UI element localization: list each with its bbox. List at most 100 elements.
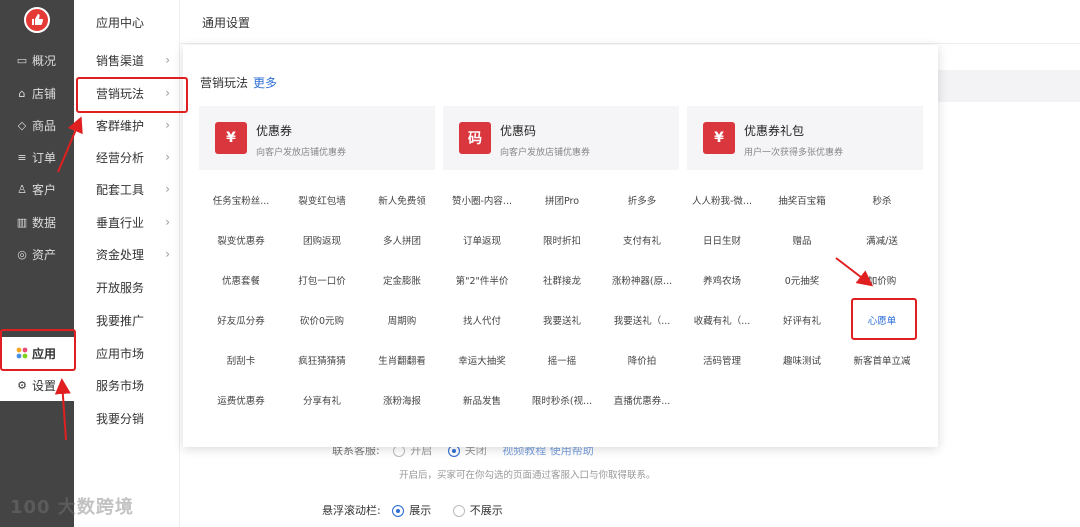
code-icon: 码 — [459, 122, 491, 154]
marketing-tool-item[interactable]: 赞小圈-内容... — [441, 193, 523, 211]
marketing-tool-item[interactable]: 摇一摇 — [521, 353, 603, 371]
sub-item-analytics[interactable]: 经营分析 › — [74, 141, 180, 173]
marketing-tool-item[interactable]: 多人拼团 — [361, 233, 443, 251]
marketing-tool-item[interactable]: 赠品 — [761, 233, 843, 251]
card-title: 优惠券 — [256, 124, 293, 138]
coupon-icon: ¥ — [215, 122, 247, 154]
marketing-tool-item[interactable]: 运费优惠券 — [200, 393, 282, 411]
marketing-tool-item[interactable]: 新品发售 — [441, 393, 523, 411]
popup-title: 营销玩法 — [200, 76, 249, 90]
app-center-title: 应用中心 — [96, 16, 145, 30]
sub-item-open-service[interactable]: 开放服务 — [74, 271, 180, 303]
marketing-tool-item[interactable]: 分享有礼 — [281, 393, 363, 411]
annotation-box-apps — [0, 329, 76, 371]
nav-item-store[interactable]: ⌂ 店铺 — [0, 77, 74, 109]
marketing-tool-item[interactable]: 疯狂猜猜猜 — [281, 353, 363, 371]
chevron-right-icon: › — [165, 215, 170, 229]
sub-item-funds[interactable]: 资金处理 › — [74, 238, 180, 270]
marketing-tool-item[interactable]: 抽奖百宝箱 — [761, 193, 843, 211]
marketing-tool-item[interactable]: 加价购 — [841, 273, 923, 291]
chevron-right-icon: › — [165, 247, 170, 261]
sub-item-app-market[interactable]: 应用市场 — [74, 337, 180, 369]
marketing-tool-item[interactable]: 折多多 — [601, 193, 683, 211]
marketing-tool-item[interactable]: 限时秒杀(视... — [521, 393, 603, 411]
marketing-tool-item[interactable]: 团购返现 — [281, 233, 363, 251]
nav-item-settings[interactable]: ⚙ 设置 — [0, 369, 74, 401]
card-title: 优惠码 — [500, 124, 537, 138]
marketing-tool-item[interactable]: 裂变优惠券 — [200, 233, 282, 251]
marketing-tool-item[interactable]: 第"2"件半价 — [441, 273, 523, 291]
marketing-tool-item[interactable]: 幸运大抽奖 — [441, 353, 523, 371]
nav-item-customers[interactable]: ♙ 客户 — [0, 173, 74, 205]
sub-item-customer-care[interactable]: 客群维护 › — [74, 109, 180, 141]
marketing-tool-item[interactable]: 拼团Pro — [521, 193, 603, 211]
marketing-tool-item[interactable]: 满减/送 — [841, 233, 923, 251]
marketing-tool-item[interactable]: 限时折扣 — [521, 233, 603, 251]
marketing-tool-item[interactable]: 日日生财 — [681, 233, 763, 251]
page-header: 通用设置 — [180, 0, 1080, 44]
marketing-tool-item[interactable]: 涨粉神器(原... — [601, 273, 683, 291]
marketing-tool-item[interactable]: 生肖翻翻看 — [361, 353, 443, 371]
thumbs-up-logo-icon[interactable] — [24, 7, 50, 33]
coupon-pack-card[interactable]: ¥ 优惠券礼包 用户一次获得多张优惠券 — [687, 106, 923, 170]
sub-item-sales-channel[interactable]: 销售渠道 › — [74, 44, 180, 76]
marketing-tool-item[interactable]: 直播优惠券... — [601, 393, 683, 411]
coupon-card[interactable]: ¥ 优惠券 向客户发放店铺优惠券 — [199, 106, 435, 170]
bar-chart-icon: ▥ — [16, 215, 28, 229]
page-title: 通用设置 — [202, 16, 251, 30]
card-desc: 向客户发放店铺优惠券 — [256, 148, 347, 158]
marketing-tool-item[interactable]: 养鸡农场 — [681, 273, 763, 291]
marketing-tool-item[interactable]: 任务宝粉丝... — [200, 193, 282, 211]
marketing-tool-item[interactable]: 0元抽奖 — [761, 273, 843, 291]
marketing-tool-item[interactable]: 我要送礼（... — [601, 313, 683, 331]
chevron-right-icon: › — [165, 182, 170, 196]
marketing-tool-item[interactable]: 优惠套餐 — [200, 273, 282, 291]
marketing-tool-item[interactable]: 支付有礼 — [601, 233, 683, 251]
gift-icon: ¥ — [703, 122, 735, 154]
gear-icon: ⚙ — [17, 378, 27, 392]
marketing-tool-item[interactable]: 刮刮卡 — [200, 353, 282, 371]
marketing-tool-item[interactable]: 打包一口价 — [281, 273, 363, 291]
marketing-tool-item[interactable]: 定金膨胀 — [361, 273, 443, 291]
sub-item-tools[interactable]: 配套工具 › — [74, 173, 180, 205]
chevron-right-icon: › — [165, 118, 170, 132]
marketing-tool-item[interactable]: 趣味测试 — [761, 353, 843, 371]
marketing-tool-item[interactable]: 好友瓜分券 — [200, 313, 282, 331]
store-icon: ⌂ — [18, 86, 26, 100]
nav-item-orders[interactable]: ≡ 订单 — [0, 141, 74, 173]
marketing-tool-item[interactable]: 收藏有礼（... — [681, 313, 763, 331]
marketing-tool-item[interactable]: 活码管理 — [681, 353, 763, 371]
contact-hint: 开启后，买家可在你勾选的页面通过客服入口与你取得联系。 — [399, 470, 656, 481]
marketing-tool-item[interactable]: 降价拍 — [601, 353, 683, 371]
marketing-tool-item[interactable]: 周期购 — [361, 313, 443, 331]
marketing-tool-item[interactable]: 找人代付 — [441, 313, 523, 331]
main-nav: ▭ 概况 ⌂ 店铺 ◇ 商品 ≡ 订单 ♙ 客户 ▥ 数据 ◎ 资产 应用 ⚙ 设置 — [0, 0, 74, 527]
sub-item-distribution[interactable]: 我要分销 — [74, 402, 180, 434]
annotation-box-marketing — [76, 77, 188, 113]
coupon-code-card[interactable]: 码 优惠码 向客户发放店铺优惠券 — [443, 106, 679, 170]
more-link[interactable]: 更多 — [253, 74, 277, 91]
marketing-tool-item[interactable]: 秒杀 — [841, 193, 923, 211]
marketing-tool-item[interactable]: 人人粉我-微... — [681, 193, 763, 211]
marketing-tool-item[interactable]: 裂变红包墙 — [281, 193, 363, 211]
sub-item-service-market[interactable]: 服务市场 — [74, 369, 180, 401]
nav-item-assets[interactable]: ◎ 资产 — [0, 238, 74, 270]
float-hide-radio[interactable] — [452, 505, 465, 517]
nav-item-overview[interactable]: ▭ 概况 — [0, 44, 74, 76]
sub-item-vertical[interactable]: 垂直行业 › — [74, 206, 180, 238]
marketing-tool-item[interactable]: 我要送礼 — [521, 313, 603, 331]
nav-item-data[interactable]: ▥ 数据 — [0, 206, 74, 238]
chevron-right-icon: › — [165, 53, 170, 67]
marketing-tool-item[interactable]: 新客首单立减 — [841, 353, 923, 371]
float-show-radio[interactable] — [392, 505, 405, 517]
marketing-tool-item[interactable]: 订单返现 — [441, 233, 523, 251]
marketing-tool-item[interactable]: 好评有礼 — [761, 313, 843, 331]
nav-item-goods[interactable]: ◇ 商品 — [0, 109, 74, 141]
marketing-tool-item[interactable]: 涨粉海报 — [361, 393, 443, 411]
user-icon: ♙ — [17, 182, 27, 196]
annotation-box-wishlist — [851, 298, 917, 340]
marketing-tool-item[interactable]: 新人免费领 — [361, 193, 443, 211]
marketing-tool-item[interactable]: 社群接龙 — [521, 273, 603, 291]
sub-item-promote[interactable]: 我要推广 — [74, 304, 180, 336]
marketing-tool-item[interactable]: 砍价0元购 — [281, 313, 363, 331]
